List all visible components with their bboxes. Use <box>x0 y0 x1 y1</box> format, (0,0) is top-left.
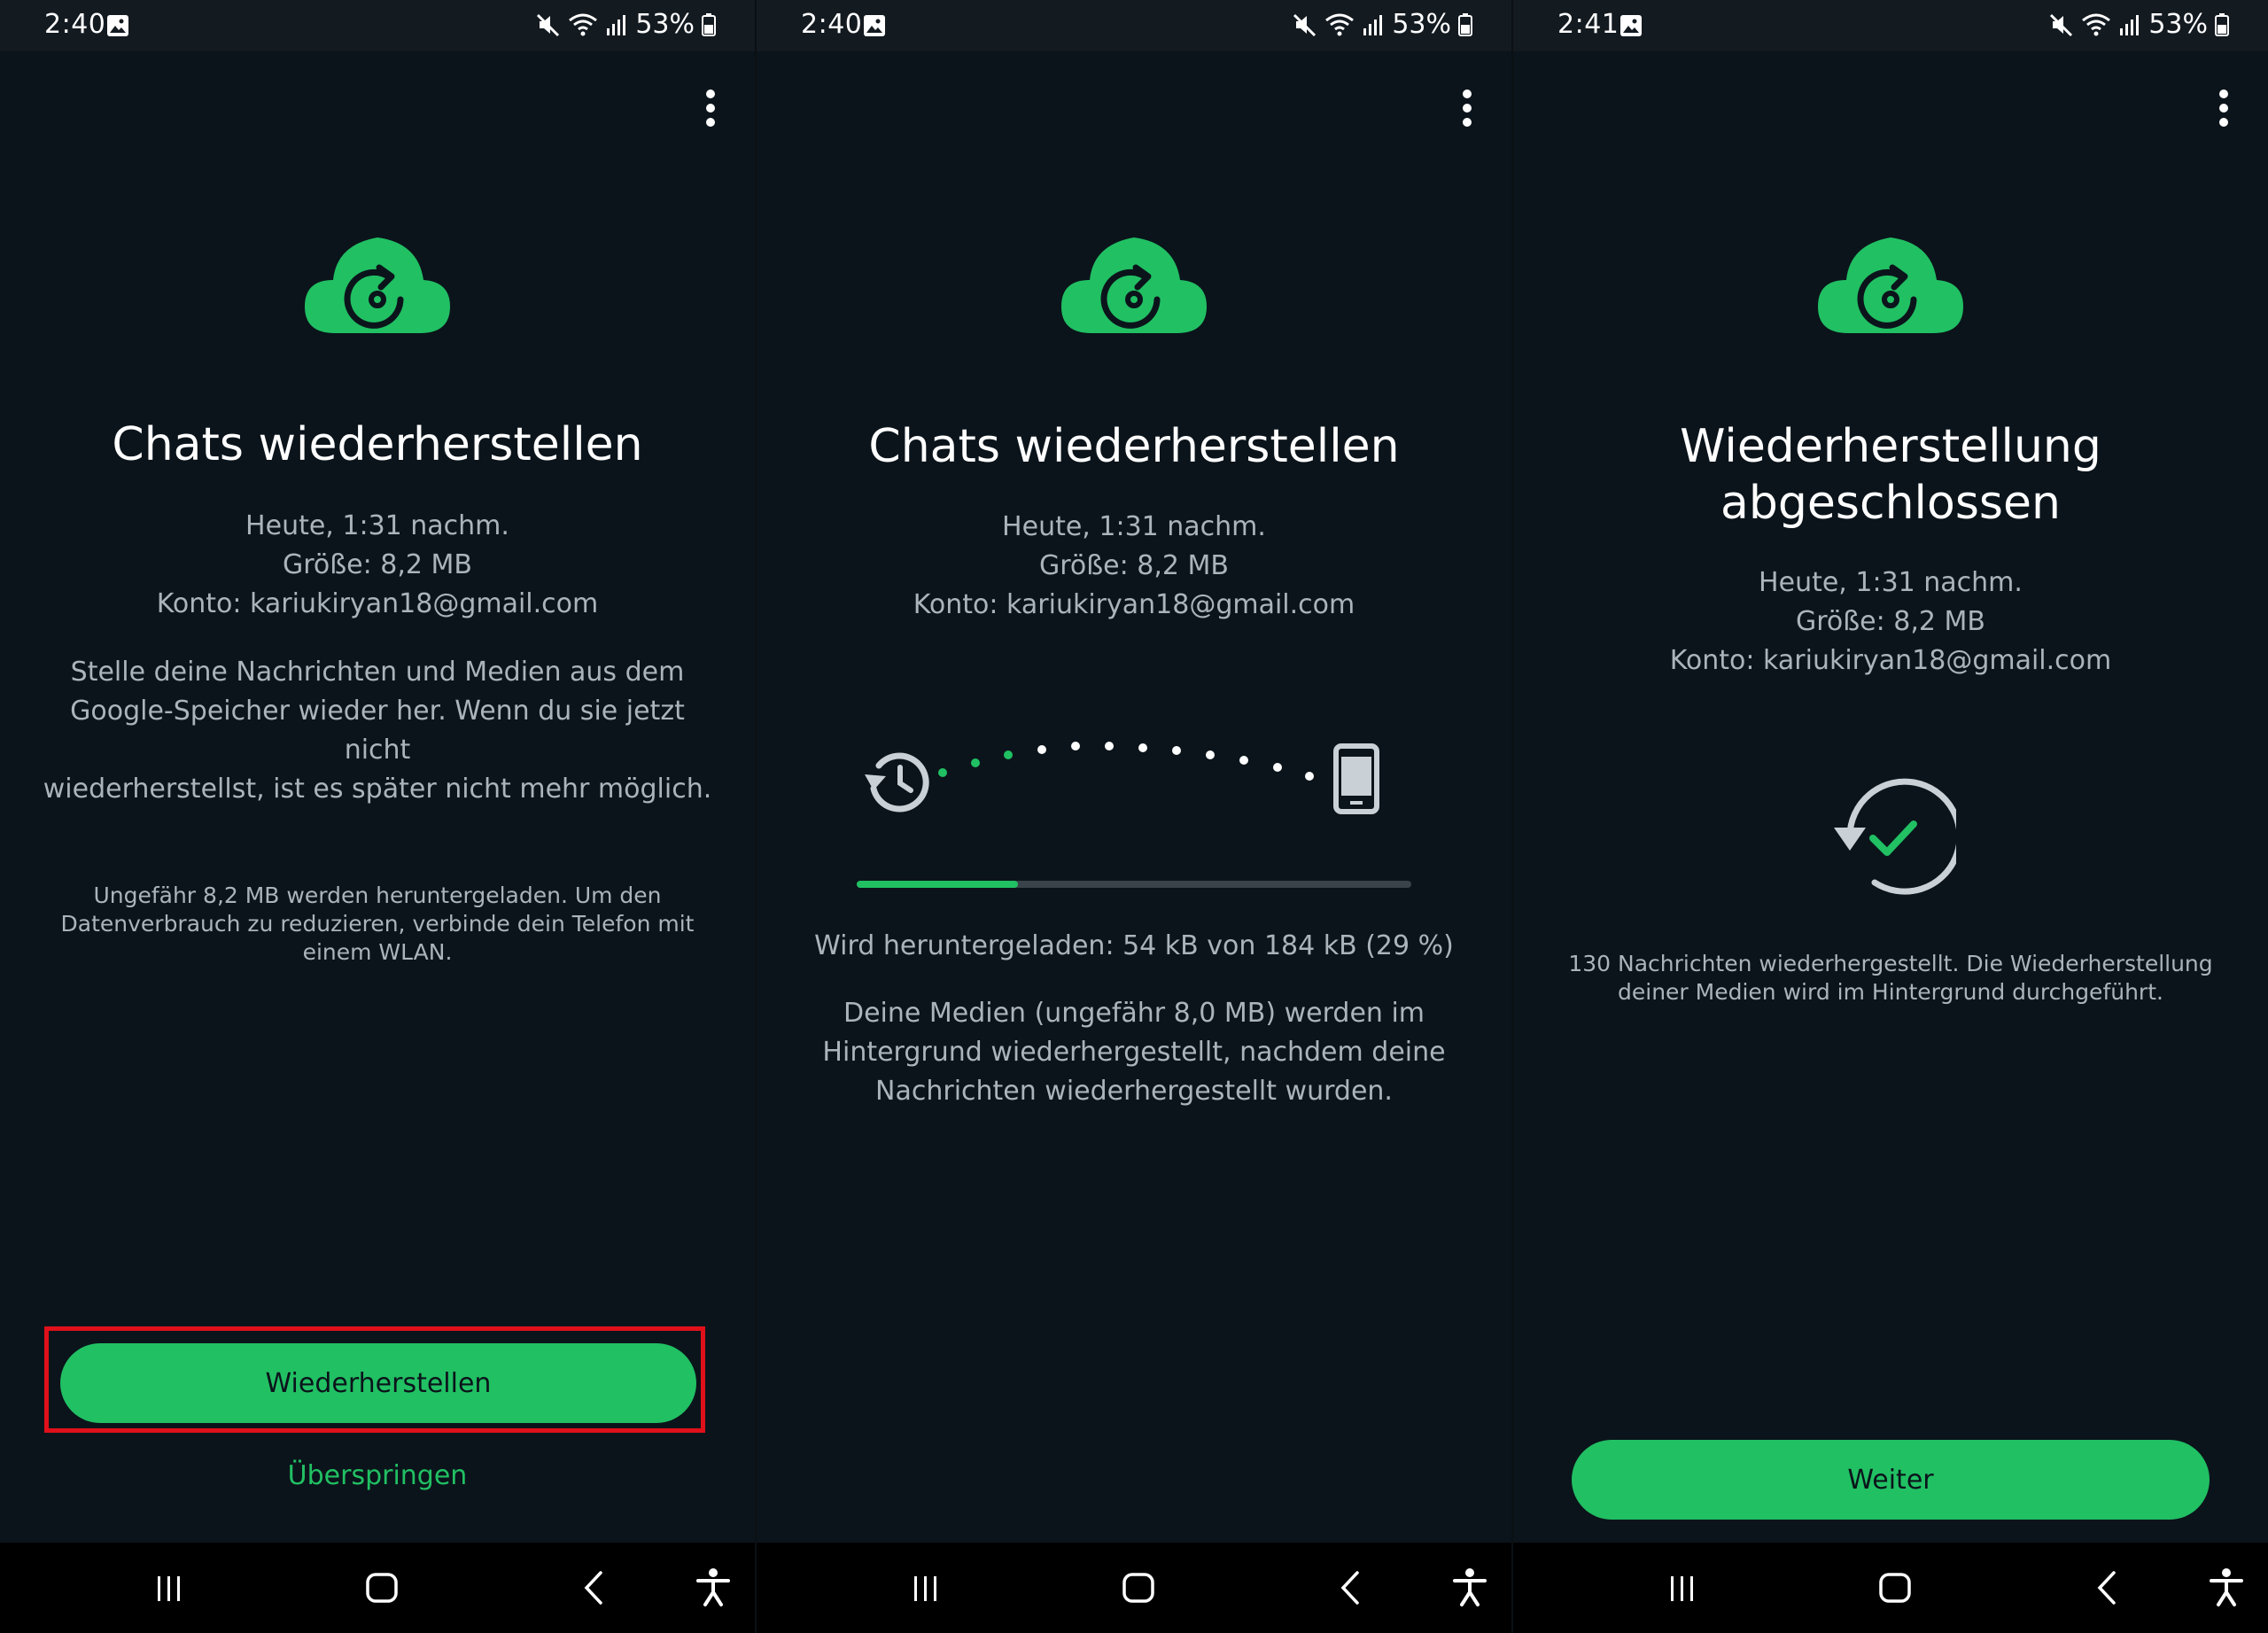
cloud-restore-icon <box>1061 237 1207 333</box>
more-vert-icon[interactable] <box>2213 89 2234 128</box>
smartphone-icon <box>1333 743 1379 814</box>
accessibility-icon[interactable] <box>691 1566 735 1610</box>
download-progress-fill <box>857 881 1018 888</box>
accessibility-icon[interactable] <box>1448 1566 1492 1610</box>
navigation-bar <box>0 1543 755 1633</box>
skip-link[interactable]: Überspringen <box>0 1460 755 1491</box>
gallery-notification-icon <box>1620 15 1642 36</box>
navigation-bar <box>757 1543 1511 1633</box>
mute-icon <box>2050 13 2073 36</box>
history-icon <box>865 752 929 813</box>
more-vert-icon[interactable] <box>1456 89 1478 128</box>
status-time: 2:40 <box>44 9 106 40</box>
battery-percent: 53% <box>2148 9 2208 40</box>
notice-line: Deine Medien (ungefähr 8,0 MB) werden im <box>843 998 1425 1029</box>
notice-line: Ungefähr 8,2 MB werden heruntergeladen. … <box>93 883 662 908</box>
transfer-dots <box>938 742 1314 781</box>
signal-icon <box>1363 14 1383 35</box>
data-usage-notice: Ungefähr 8,2 MB werden heruntergeladen. … <box>44 882 711 967</box>
result-line: 130 Nachrichten wiederhergestellt. Die W… <box>1568 951 2213 976</box>
mute-icon <box>1293 13 1317 36</box>
notice-line: einem WLAN. <box>302 939 453 965</box>
download-status: Wird heruntergeladen: 54 kB von 184 kB (… <box>814 930 1454 961</box>
battery-icon <box>702 12 716 36</box>
recents-icon[interactable] <box>904 1566 948 1610</box>
status-time: 2:40 <box>801 9 863 40</box>
signal-icon <box>607 14 626 35</box>
gallery-notification-icon <box>864 15 885 36</box>
title-line: abgeschlossen <box>1720 477 2061 530</box>
continue-button[interactable]: Weiter <box>1572 1440 2210 1520</box>
status-time: 2:41 <box>1557 9 1619 40</box>
gallery-notification-icon <box>107 15 128 36</box>
recents-icon[interactable] <box>1660 1566 1705 1610</box>
backup-date: Heute, 1:31 nachm. <box>1002 511 1266 542</box>
restore-button[interactable]: Wiederherstellen <box>60 1343 696 1423</box>
backup-date: Heute, 1:31 nachm. <box>245 510 509 541</box>
status-bar: 2:40 53% <box>757 0 1511 51</box>
battery-icon <box>2215 12 2229 36</box>
notice-line: Datenverbrauch zu reduzieren, verbinde d… <box>60 911 695 937</box>
backup-size: Größe: 8,2 MB <box>1039 550 1229 581</box>
home-icon[interactable] <box>1873 1566 1917 1610</box>
wifi-icon <box>1325 13 1355 35</box>
back-icon[interactable] <box>572 1566 617 1610</box>
home-icon[interactable] <box>1116 1566 1161 1610</box>
description-line: Google-Speicher wieder her. Wenn du sie … <box>70 696 685 766</box>
backup-account: Konto: kariukiryan18@gmail.com <box>913 589 1355 620</box>
backup-date: Heute, 1:31 nachm. <box>1759 567 2023 598</box>
cloud-restore-icon <box>1818 237 1963 333</box>
battery-icon <box>1458 12 1472 36</box>
battery-percent: 53% <box>635 9 695 40</box>
description-line: wiederherstellst, ist es später nicht me… <box>43 774 712 805</box>
restore-screen-complete: 2:41 53% Wiederherstellung abgeschlossen… <box>1513 0 2268 1633</box>
restore-result: 130 Nachrichten wiederhergestellt. Die W… <box>1540 950 2241 1007</box>
restore-done-icon <box>1834 778 1956 895</box>
page-title: Chats wiederherstellen <box>112 418 643 471</box>
restore-screen-progress: 2:40 53% Chats wiederherstellen Heute, 1… <box>757 0 1511 1633</box>
more-vert-icon[interactable] <box>700 89 721 128</box>
result-line: deiner Medien wird im Hintergrund durchg… <box>1618 979 2163 1005</box>
navigation-bar <box>1513 1543 2268 1633</box>
notice-line: Nachrichten wiederhergestellt wurden. <box>875 1076 1393 1107</box>
page-title: Chats wiederherstellen <box>868 420 1400 473</box>
notice-line: Hintergrund wiederhergestellt, nachdem d… <box>822 1037 1446 1068</box>
backup-account: Konto: kariukiryan18@gmail.com <box>1669 645 2112 676</box>
backup-account: Konto: kariukiryan18@gmail.com <box>156 588 599 619</box>
title-line: Wiederherstellung <box>1680 420 2101 473</box>
back-icon[interactable] <box>2085 1566 2130 1610</box>
media-notice: Deine Medien (ungefähr 8,0 MB) werden im… <box>792 994 1476 1111</box>
cloud-restore-icon <box>305 237 450 333</box>
accessibility-icon[interactable] <box>2204 1566 2249 1610</box>
page-title: Wiederherstellung abgeschlossen <box>1513 418 2268 532</box>
backup-size: Größe: 8,2 MB <box>283 549 472 580</box>
transfer-animation <box>865 742 1379 814</box>
mute-icon <box>537 13 560 36</box>
description-line: Stelle deine Nachrichten und Medien aus … <box>70 657 685 688</box>
back-icon[interactable] <box>1329 1566 1373 1610</box>
battery-percent: 53% <box>1392 9 1451 40</box>
signal-icon <box>2120 14 2140 35</box>
restore-screen-initial: 2:40 53% Chats wiederherstellen Heute, 1… <box>0 0 755 1633</box>
status-bar: 2:41 53% <box>1513 0 2268 51</box>
home-icon[interactable] <box>360 1566 404 1610</box>
backup-size: Größe: 8,2 MB <box>1796 606 1985 637</box>
restore-description: Stelle deine Nachrichten und Medien aus … <box>35 653 719 809</box>
wifi-icon <box>2082 13 2111 35</box>
wifi-icon <box>569 13 598 35</box>
recents-icon[interactable] <box>147 1566 191 1610</box>
download-progress-bar <box>857 881 1411 888</box>
status-bar: 2:40 53% <box>0 0 755 51</box>
